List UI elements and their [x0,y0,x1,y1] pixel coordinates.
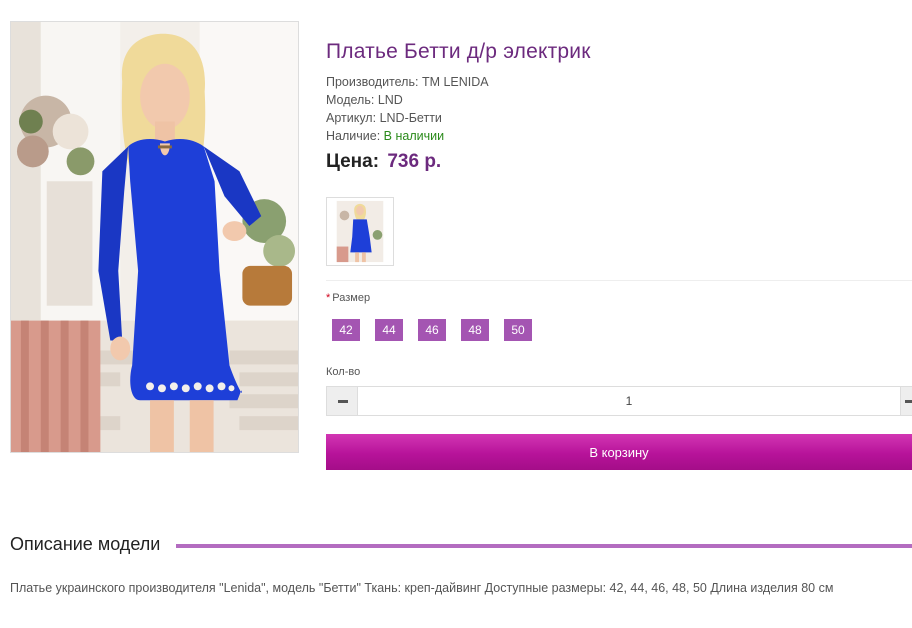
size-options: 42 44 46 48 50 [332,319,532,341]
required-marker: * [326,292,331,304]
product-title: Платье Бетти д/р электрик [326,40,591,63]
manufacturer-value[interactable]: TM LENIDA [422,75,489,89]
description-text: Платье украинского производителя "Lenida… [10,581,834,595]
availability-status: В наличии [383,129,445,143]
product-thumbnail[interactable] [326,197,394,266]
size-option-label: * Размер [326,292,370,304]
quantity-stepper [326,386,912,416]
model-label: Модель: [326,93,375,107]
section-divider [326,280,912,281]
manufacturer-row: Производитель: TM LENIDA [326,73,489,91]
add-to-cart-button[interactable]: В корзину [326,434,912,470]
availability-row: Наличие: В наличии [326,127,489,145]
size-button-46[interactable]: 46 [418,319,446,341]
quantity-label: Кол-во [326,366,361,378]
model-value: LND [377,93,403,107]
description-heading: Описание модели [10,534,161,554]
thumbnail-illustration [327,198,393,265]
plus-icon [905,400,912,403]
quantity-decrease-button[interactable] [326,386,358,416]
size-button-48[interactable]: 48 [461,319,489,341]
main-product-image[interactable] [10,21,299,453]
model-row: Модель: LND [326,91,489,109]
product-meta: Производитель: TM LENIDA Модель: LND Арт… [326,73,489,145]
size-button-42[interactable]: 42 [332,319,360,341]
sku-value: LND-Бетти [379,111,442,125]
description-heading-rule [176,544,912,548]
price-label: Цена: [326,151,380,172]
price-value: 736 р. [387,151,442,172]
minus-icon [338,400,348,403]
size-button-50[interactable]: 50 [504,319,532,341]
size-label-text: Размер [332,292,371,304]
quantity-increase-button[interactable] [900,386,912,416]
availability-label: Наличие: [326,129,381,143]
sku-label: Артикул: [326,111,377,125]
quantity-input[interactable] [358,386,900,416]
product-photo-illustration [11,22,298,452]
price: Цена: 736 р. [326,151,441,173]
manufacturer-label: Производитель: [326,75,419,89]
size-button-44[interactable]: 44 [375,319,403,341]
sku-row: Артикул: LND-Бетти [326,109,489,127]
